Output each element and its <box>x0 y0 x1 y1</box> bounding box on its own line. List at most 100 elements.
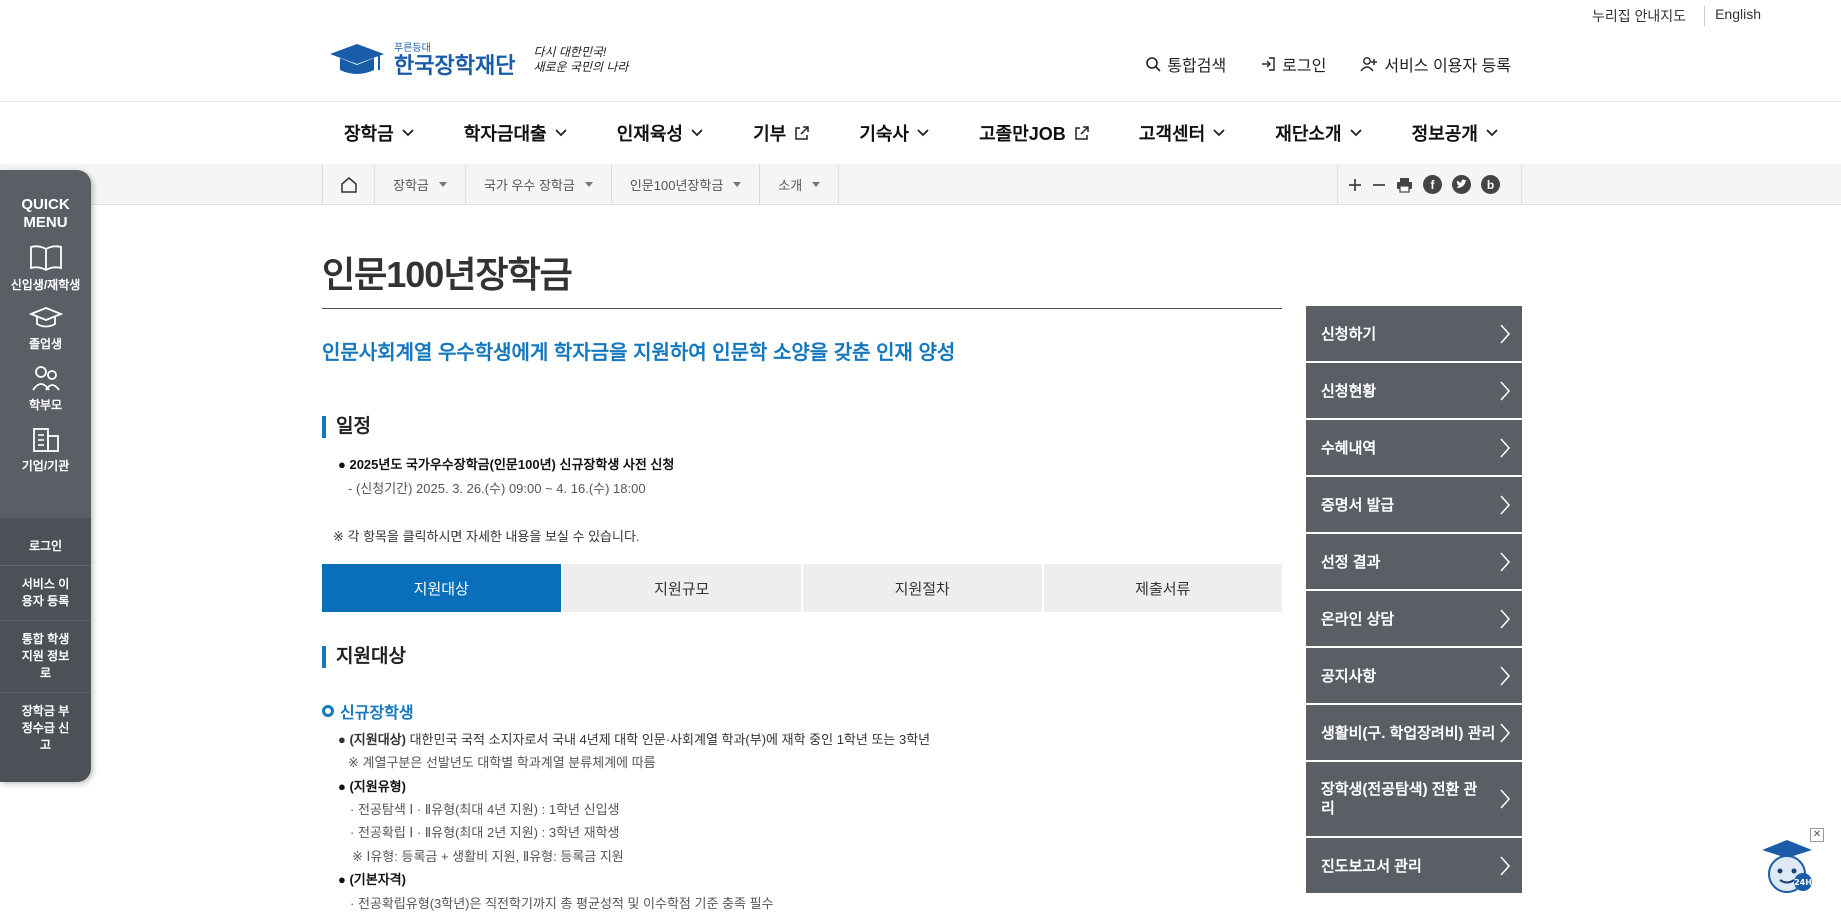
breadcrumb-item[interactable]: 장학금 <box>375 164 466 205</box>
english-link[interactable]: English <box>1704 6 1761 26</box>
blog-glyph: b <box>1486 177 1495 192</box>
target-note: ※ 계열구분은 선발년도 대학별 학과계열 분류체계에 따름 <box>348 755 656 770</box>
gnb-label: 재단소개 <box>1275 124 1342 144</box>
chevron-right-icon <box>1500 856 1510 875</box>
caret-down-icon <box>812 182 821 187</box>
side-status[interactable]: 신청현황 <box>1306 363 1522 418</box>
new-scholar-heading: 신규장학생 <box>322 699 414 723</box>
type-2: · 전공확립 Ⅰ · Ⅱ유형(최대 2년 지원) : 3학년 재학생 <box>350 825 620 840</box>
page-tools: f b <box>1337 164 1522 205</box>
external-link-icon <box>1075 125 1089 140</box>
quick-login[interactable]: 로그인 <box>0 518 91 566</box>
quick-item-company[interactable]: 기업/기관 <box>0 425 91 474</box>
chevron-right-icon <box>1500 438 1510 457</box>
gnb-donation[interactable]: 기부 <box>753 120 809 146</box>
chevron-down-icon <box>1213 129 1225 137</box>
quick-title-line-1: QUICK <box>21 196 70 213</box>
chevron-right-icon <box>1500 723 1510 742</box>
quick-item-graduate[interactable]: 졸업생 <box>0 305 91 352</box>
side-progress-report[interactable]: 진도보고서 관리 <box>1306 838 1522 893</box>
main-navigation: 장학금 학자금대출 인재육성 기부 기숙사 고졸만JOB 고객센터 재단소개 정… <box>326 102 1516 164</box>
quick-fraud-report[interactable]: 장학금 부정수급 신고 <box>0 693 91 764</box>
quick-item-student[interactable]: 신입생/재학생 <box>0 244 91 293</box>
gnb-dormitory[interactable]: 기숙사 <box>859 120 929 146</box>
schedule-heading: 일정 <box>322 416 371 438</box>
side-label: 생활비(구. 학업장려비) 관리 <box>1321 725 1496 742</box>
side-certificate[interactable]: 증명서 발급 <box>1306 477 1522 532</box>
side-label: 선정 결과 <box>1321 554 1381 571</box>
gnb-disclosure[interactable]: 정보공개 <box>1412 120 1498 146</box>
caret-down-icon <box>733 182 742 187</box>
register-link[interactable]: 서비스 이용자 등록 <box>1360 52 1511 76</box>
side-apply[interactable]: 신청하기 <box>1306 306 1522 361</box>
zoom-in-icon[interactable] <box>1348 178 1362 192</box>
breadcrumb-item[interactable]: 국가 우수 장학금 <box>466 164 612 205</box>
tab-scale[interactable]: 지원규모 <box>562 564 801 612</box>
caret-down-icon <box>584 182 593 187</box>
title-divider <box>322 308 1282 309</box>
side-conversion[interactable]: 장학생(전공탐색) 전환 관리 <box>1306 762 1522 836</box>
side-history[interactable]: 수혜내역 <box>1306 420 1522 475</box>
gnb-label: 인재육성 <box>616 124 683 144</box>
quick-register[interactable]: 서비스 이용자 등록 <box>0 566 91 621</box>
chatbot-mascot-icon: 24H <box>1762 840 1812 893</box>
twitter-icon[interactable] <box>1452 175 1471 194</box>
side-label: 신청현황 <box>1321 383 1377 400</box>
gnb-talent[interactable]: 인재육성 <box>617 120 703 146</box>
slogan-line-1: 다시 대한민국! <box>533 45 607 59</box>
target-label: (지원대상) <box>349 732 406 747</box>
side-consult[interactable]: 온라인 상담 <box>1306 591 1522 646</box>
quick-menu: QUICK MENU 신입생/재학생 졸업생 학부모 기업/기관 로그인 서비스… <box>0 170 91 782</box>
user-add-icon <box>1360 57 1378 72</box>
zoom-out-icon[interactable] <box>1372 178 1386 192</box>
gnb-scholarship[interactable]: 장학금 <box>344 120 414 146</box>
login-link[interactable]: 로그인 <box>1260 52 1326 76</box>
chevron-right-icon <box>1500 495 1510 514</box>
gnb-about[interactable]: 재단소개 <box>1275 120 1362 146</box>
gnb-label: 고객센터 <box>1138 124 1206 144</box>
print-icon[interactable] <box>1396 177 1413 193</box>
chevron-right-icon <box>1500 666 1510 685</box>
side-living-cost[interactable]: 생활비(구. 학업장려비) 관리 <box>1306 705 1522 760</box>
gnb-loan[interactable]: 학자금대출 <box>464 120 567 146</box>
blog-icon[interactable]: b <box>1481 175 1500 194</box>
gnb-job[interactable]: 고졸만JOB <box>979 120 1089 146</box>
breadcrumb-item[interactable]: 소개 <box>760 164 840 205</box>
breadcrumb-label: 인문100년장학금 <box>629 178 724 193</box>
facebook-icon[interactable]: f <box>1423 175 1442 194</box>
login-icon <box>1262 57 1275 71</box>
side-result[interactable]: 선정 결과 <box>1306 534 1522 589</box>
side-label: 진도보고서 관리 <box>1321 858 1422 875</box>
sitemap-link[interactable]: 누리집 안내지도 <box>1574 6 1704 26</box>
chevron-down-icon <box>1486 129 1498 137</box>
tab-procedure[interactable]: 지원절차 <box>803 564 1042 612</box>
quick-item-label: 신입생/재학생 <box>10 278 81 292</box>
target-line: ● (지원대상) 대한민국 국적 소지자로서 국내 4년제 대학 인문·사회계열… <box>338 732 931 747</box>
chatbot-button[interactable]: 24H <box>1756 836 1818 901</box>
slogan: 다시 대한민국! 새로운 국민의 나라 <box>533 45 628 75</box>
basic-line: ● (기본자격) <box>338 872 406 887</box>
side-label: 공지사항 <box>1321 668 1377 685</box>
side-notice[interactable]: 공지사항 <box>1306 648 1522 703</box>
gnb-customer-center[interactable]: 고객센터 <box>1139 120 1225 146</box>
tab-target[interactable]: 지원대상 <box>322 564 561 612</box>
quick-item-parent[interactable]: 학부모 <box>0 364 91 413</box>
breadcrumb-label: 국가 우수 장학금 <box>483 178 575 193</box>
logo[interactable]: 푸른등대 한국장학재단 다시 대한민국! 새로운 국민의 나라 <box>326 40 628 80</box>
breadcrumb-label: 소개 <box>778 178 803 193</box>
type-label: (지원유형) <box>349 779 406 794</box>
integrated-search-link[interactable]: 통합검색 <box>1145 52 1226 76</box>
chevron-down-icon <box>691 129 703 137</box>
breadcrumb: 장학금 국가 우수 장학금 인문100년장학금 소개 <box>322 164 840 205</box>
side-label: 증명서 발급 <box>1321 497 1395 514</box>
home-button[interactable] <box>323 164 375 205</box>
quick-student-support[interactable]: 통합 학생지원 정보로 <box>0 621 91 693</box>
breadcrumb-item[interactable]: 인문100년장학금 <box>612 164 761 205</box>
breadcrumb-bar <box>0 164 1841 205</box>
circle-bullet-icon <box>322 705 334 717</box>
side-label: 수혜내역 <box>1321 440 1377 457</box>
quick-item-label: 졸업생 <box>28 337 63 351</box>
side-label: 신청하기 <box>1321 326 1377 343</box>
tab-documents[interactable]: 제출서류 <box>1043 564 1282 612</box>
type-1: · 전공탐색 Ⅰ · Ⅱ유형(최대 4년 지원) : 1학년 신입생 <box>350 802 620 817</box>
